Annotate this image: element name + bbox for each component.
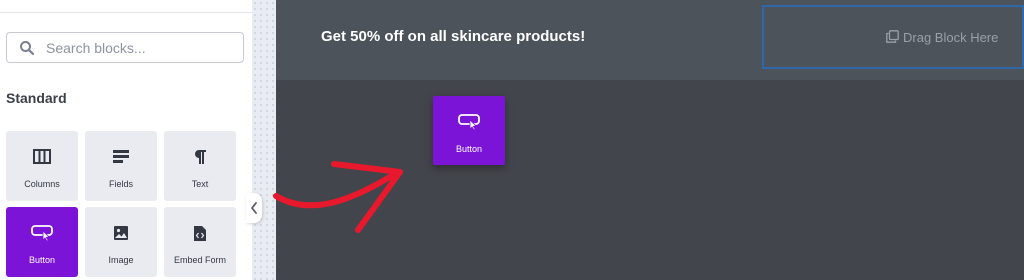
embed-form-icon — [194, 226, 206, 241]
button-icon — [458, 114, 480, 130]
columns-icon — [33, 149, 51, 164]
drop-zone-label: Drag Block Here — [903, 30, 999, 45]
search-icon — [19, 40, 35, 56]
section-title-standard: Standard — [6, 90, 67, 106]
block-text[interactable]: Text — [164, 131, 236, 201]
duplicate-icon — [886, 30, 899, 43]
dragged-block-label: Button — [455, 144, 483, 154]
image-icon — [114, 226, 128, 240]
block-label: Columns — [24, 179, 60, 189]
block-image[interactable]: Image — [85, 207, 157, 277]
banner-text[interactable]: Get 50% off on all skincare products! — [321, 28, 585, 45]
blocks-sidebar: Search blocks... Standard Columns Fields — [0, 0, 252, 280]
block-label: Text — [191, 179, 209, 189]
block-label: Embed Form — [173, 255, 226, 265]
drop-zone[interactable]: Drag Block Here — [762, 5, 1024, 69]
annotation-arrow-icon — [273, 161, 403, 233]
block-fields[interactable]: Fields — [85, 131, 157, 201]
block-columns[interactable]: Columns — [6, 131, 78, 201]
block-embed-form[interactable]: Embed Form — [164, 207, 236, 277]
dragged-button-block[interactable]: Button — [433, 96, 505, 165]
block-label: Fields — [108, 179, 133, 189]
search-input[interactable]: Search blocks... — [6, 32, 244, 63]
collapse-sidebar-button[interactable] — [246, 193, 262, 223]
block-button[interactable]: Button — [6, 207, 78, 277]
banner-section[interactable]: Get 50% off on all skincare products! Dr… — [276, 0, 1024, 80]
sidebar-divider — [0, 12, 252, 13]
search-placeholder: Search blocks... — [46, 40, 146, 56]
paragraph-icon — [195, 150, 206, 164]
fields-icon — [113, 150, 129, 163]
chevron-left-icon — [251, 202, 257, 214]
button-icon — [31, 225, 53, 241]
block-label: Image — [108, 255, 134, 265]
block-label: Button — [28, 255, 56, 265]
